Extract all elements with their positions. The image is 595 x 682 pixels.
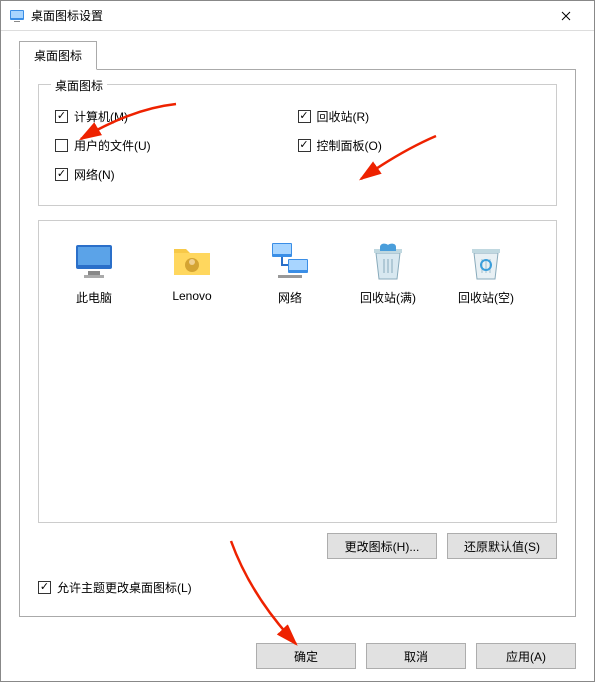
apply-button[interactable]: 应用(A) bbox=[476, 643, 576, 669]
icon-label: Lenovo bbox=[147, 289, 237, 303]
icon-item-recycleempty[interactable]: 回收站(空) bbox=[441, 237, 531, 306]
icon-item-recyclefull[interactable]: 回收站(满) bbox=[343, 237, 433, 306]
monitor-icon bbox=[70, 237, 118, 285]
close-button[interactable] bbox=[546, 2, 586, 30]
network-icon bbox=[266, 237, 314, 285]
recyclebin-full-icon bbox=[364, 237, 412, 285]
icon-item-network[interactable]: 网络 bbox=[245, 237, 335, 306]
checkbox-label: 允许主题更改桌面图标(L) bbox=[57, 579, 192, 596]
checkbox-controlpanel[interactable]: 控制面板(O) bbox=[298, 137, 541, 154]
check-icon bbox=[298, 139, 311, 152]
window-title: 桌面图标设置 bbox=[31, 7, 546, 24]
checkbox-label: 回收站(R) bbox=[317, 108, 370, 125]
content-area: 桌面图标 桌面图标 计算机(M) bbox=[1, 31, 594, 631]
checkbox-label: 控制面板(O) bbox=[317, 137, 382, 154]
icon-item-thispc[interactable]: 此电脑 bbox=[49, 237, 139, 306]
recyclebin-empty-icon bbox=[462, 237, 510, 285]
check-icon bbox=[55, 168, 68, 181]
checkbox-label: 用户的文件(U) bbox=[74, 137, 151, 154]
folder-icon bbox=[168, 237, 216, 285]
dialog-window: 桌面图标设置 桌面图标 桌面图标 计算机(M) bbox=[0, 0, 595, 682]
icon-preview-grid: 此电脑 Lenovo 网络 bbox=[38, 220, 557, 523]
checkbox-network[interactable]: 网络(N) bbox=[55, 166, 298, 183]
tab-desktop-icons[interactable]: 桌面图标 bbox=[19, 41, 97, 70]
icon-item-lenovo[interactable]: Lenovo bbox=[147, 237, 237, 303]
checkbox-label: 网络(N) bbox=[74, 166, 115, 183]
fieldset-desktop-icons: 桌面图标 计算机(M) 回收站(R) bbox=[38, 84, 557, 206]
icon-label: 回收站(空) bbox=[441, 289, 531, 306]
footer-buttons: 确定 取消 应用(A) bbox=[1, 631, 594, 681]
checkbox-recyclebin[interactable]: 回收站(R) bbox=[298, 108, 541, 125]
ok-button[interactable]: 确定 bbox=[256, 643, 356, 669]
tab-strip: 桌面图标 bbox=[19, 41, 576, 70]
icon-label: 回收站(满) bbox=[343, 289, 433, 306]
titlebar: 桌面图标设置 bbox=[1, 1, 594, 31]
change-icon-button[interactable]: 更改图标(H)... bbox=[327, 533, 437, 559]
checkbox-label: 计算机(M) bbox=[74, 108, 128, 125]
check-icon bbox=[55, 139, 68, 152]
checkbox-computer[interactable]: 计算机(M) bbox=[55, 108, 298, 125]
fieldset-legend: 桌面图标 bbox=[51, 77, 107, 94]
icon-buttons-row: 更改图标(H)... 还原默认值(S) bbox=[38, 533, 557, 559]
checkbox-userfiles[interactable]: 用户的文件(U) bbox=[55, 137, 298, 154]
check-icon bbox=[38, 581, 51, 594]
check-icon bbox=[55, 110, 68, 123]
tab-panel: 桌面图标 计算机(M) 回收站(R) bbox=[19, 69, 576, 617]
restore-default-button[interactable]: 还原默认值(S) bbox=[447, 533, 557, 559]
cancel-button[interactable]: 取消 bbox=[366, 643, 466, 669]
icon-label: 此电脑 bbox=[49, 289, 139, 306]
check-icon bbox=[298, 110, 311, 123]
checkbox-allowtheme[interactable]: 允许主题更改桌面图标(L) bbox=[38, 579, 557, 596]
app-icon bbox=[9, 8, 25, 24]
icon-label: 网络 bbox=[245, 289, 335, 306]
